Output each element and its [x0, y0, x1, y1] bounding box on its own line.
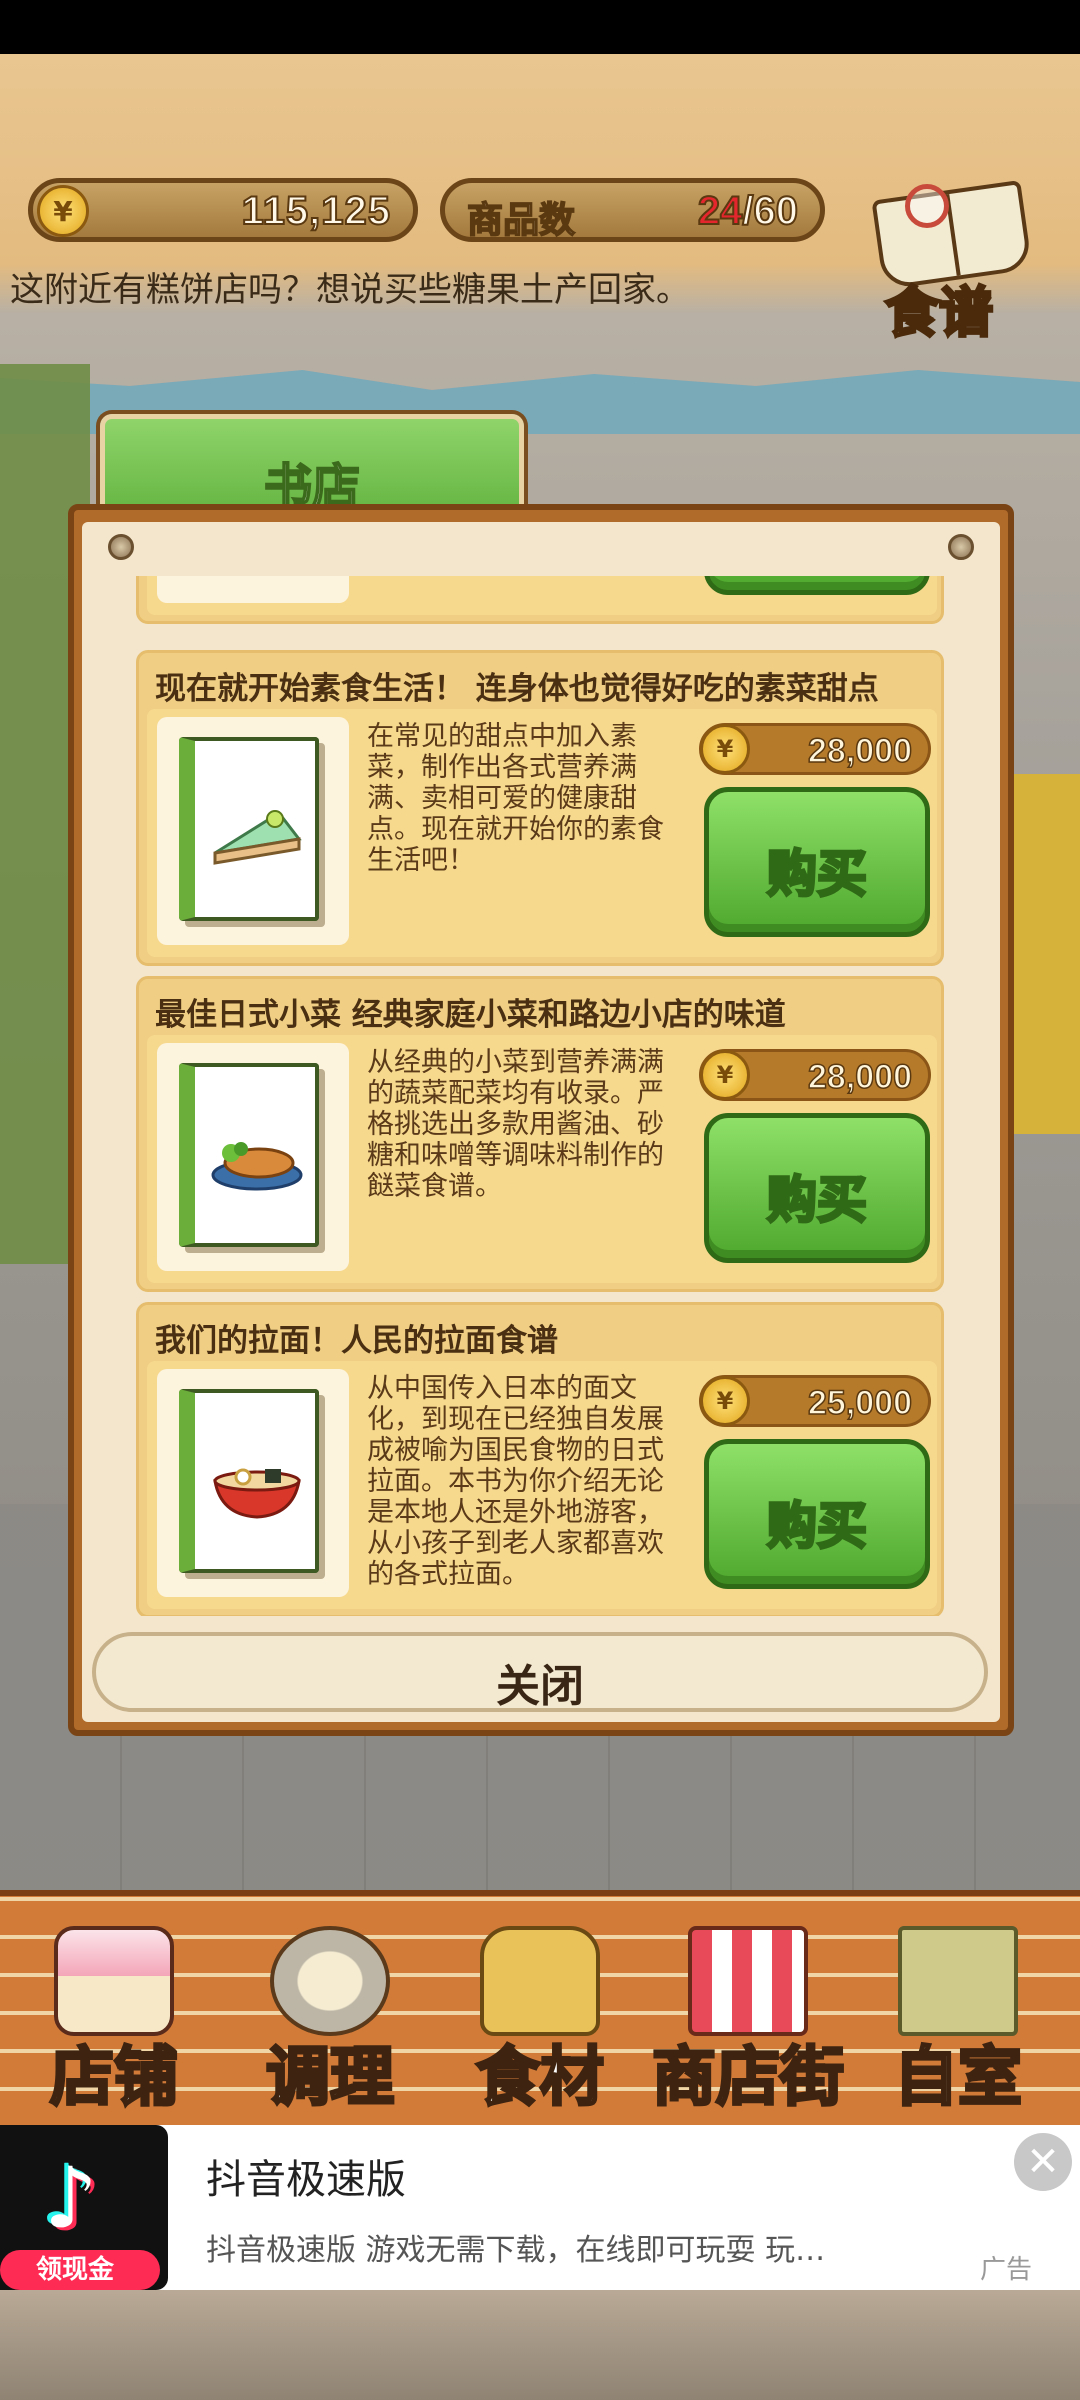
nav-item-label: 商店街 — [651, 2040, 846, 2117]
magnifier-icon — [905, 184, 949, 228]
buy-button-label: 购买 — [766, 844, 869, 905]
goods-count-value: 24/60 — [697, 188, 799, 234]
close-button[interactable]: 关闭 — [92, 1632, 988, 1712]
nav-item-label: 食材 — [475, 2040, 606, 2117]
nav-item-street[interactable]: 商店街 — [648, 1896, 848, 2131]
price-amount: 28,000 — [807, 1057, 913, 1097]
ad-badge: 领现金 — [0, 2250, 160, 2290]
book-description: 从经典的小菜到营养满满的蔬菜配菜均有收录。严格挑选出多款用酱油、砂糖和味噌等调味… — [367, 1047, 664, 1202]
grilled-fish-icon — [211, 1142, 303, 1191]
book-price: ¥ 28,000 — [699, 723, 931, 775]
coin-balance: ¥ 115,125 — [28, 178, 418, 242]
book-price: ¥ 25,000 — [699, 1375, 931, 1427]
nav-item-room[interactable]: 自室 — [858, 1896, 1058, 2131]
buy-button-label: 购买 — [766, 1496, 869, 1557]
price-amount: 25,000 — [807, 1383, 913, 1423]
ad-description: 抖音极速版 游戏无需下载，在线即可玩耍 玩… — [206, 2233, 826, 2268]
nav-item-ingredients[interactable]: 食材 — [440, 1896, 640, 2131]
cake-slice-icon — [213, 810, 302, 865]
nav-item-label: 自室 — [893, 2040, 1024, 2117]
recipe-button-label: 食谱 — [884, 280, 995, 346]
book-price: ¥ 28,000 — [699, 1049, 931, 1101]
customer-dialog: 这附近有糕饼店吗？想说买些糖果土产回家。 — [10, 270, 690, 310]
coin-icon: ¥ — [700, 724, 750, 774]
book-description: 在常见的甜点中加入素菜，制作出各式营养满满、卖相可爱的健康甜点。现在就开始你的素… — [367, 721, 664, 876]
pin-icon — [108, 534, 134, 560]
goods-count-label: 商品数 — [466, 199, 576, 242]
recipe-book-button[interactable]: 食谱 — [865, 174, 1045, 346]
buy-button-label: 购买 — [766, 1170, 869, 1231]
coin-icon: ¥ — [700, 1050, 750, 1100]
nav-item-cooking[interactable]: 调理 — [230, 1896, 430, 2131]
staff-sign-icon — [898, 1926, 1018, 2036]
close-icon[interactable]: ✕ — [1014, 2133, 1072, 2191]
pin-icon — [948, 534, 974, 560]
price-amount: 28,000 — [807, 731, 913, 771]
list-item: 我们的拉面！人民的拉面食谱 从中国传入日本的面文化，到现在已经独自发展成被喻为国… — [136, 1302, 944, 1616]
book-list[interactable]: 购买 现在就开始素食生活！ 连身体也觉得好吃的素菜甜点 在常见的甜点中加入素菜，… — [132, 576, 948, 1616]
ad-banner[interactable]: ♪ 领现金 抖音极速版 抖音极速版 游戏无需下载，在线即可玩耍 玩… ✕ 广告 — [0, 2125, 1080, 2290]
ramen-bowl-icon — [213, 1468, 301, 1519]
ad-tag: 广告 — [980, 2255, 1033, 2285]
list-item: 购买 — [136, 576, 944, 624]
nav-item-label: 调理 — [265, 2040, 396, 2117]
goods-count: 商品数 24/60 — [440, 178, 825, 242]
list-item: 现在就开始素食生活！ 连身体也觉得好吃的素菜甜点 在常见的甜点中加入素菜，制作出… — [136, 650, 944, 966]
goods-current: 24 — [697, 188, 743, 234]
bottom-strip — [0, 2290, 1080, 2400]
buy-button[interactable]: 购买 — [704, 787, 930, 937]
close-button-label: 关闭 — [496, 1661, 584, 1712]
book-title: 最佳日式小菜 经典家庭小菜和路边小店的味道 — [155, 997, 786, 1033]
book-title: 现在就开始素食生活！ 连身体也觉得好吃的素菜甜点 — [155, 671, 879, 707]
shop-icon — [688, 1926, 808, 2036]
coin-icon: ¥ — [37, 185, 89, 237]
book-description: 从中国传入日本的面文化，到现在已经独自发展成被喻为国民食物的日式拉面。本书为你介… — [367, 1373, 664, 1590]
coin-amount: 115,125 — [241, 188, 391, 234]
music-note-icon: ♪ — [44, 2149, 98, 2247]
bottom-nav: 店铺 调理 食材 商店街 自室 — [0, 1890, 1080, 2125]
list-item: 最佳日式小菜 经典家庭小菜和路边小店的味道 从经典的小菜到营养满满的蔬菜配菜均有… — [136, 976, 944, 1292]
mixing-bowl-icon — [270, 1926, 390, 2036]
ad-title: 抖音极速版 — [206, 2157, 406, 2203]
book-title: 我们的拉面！人民的拉面食谱 — [155, 1323, 558, 1359]
buy-button[interactable]: 购买 — [704, 1439, 930, 1589]
buy-button[interactable]: 购买 — [704, 576, 930, 595]
nav-item-label: 店铺 — [49, 2040, 180, 2117]
goods-total: /60 — [741, 188, 799, 234]
flour-sack-icon — [480, 1926, 600, 2036]
scene-right-shop — [1010, 774, 1080, 1134]
nav-item-shop[interactable]: 店铺 — [14, 1896, 214, 2131]
cake-icon — [54, 1926, 174, 2036]
douyin-logo: ♪ 领现金 — [0, 2125, 168, 2290]
buy-button[interactable]: 购买 — [704, 1113, 930, 1263]
status-bar — [0, 0, 1080, 54]
coin-icon: ¥ — [700, 1376, 750, 1426]
